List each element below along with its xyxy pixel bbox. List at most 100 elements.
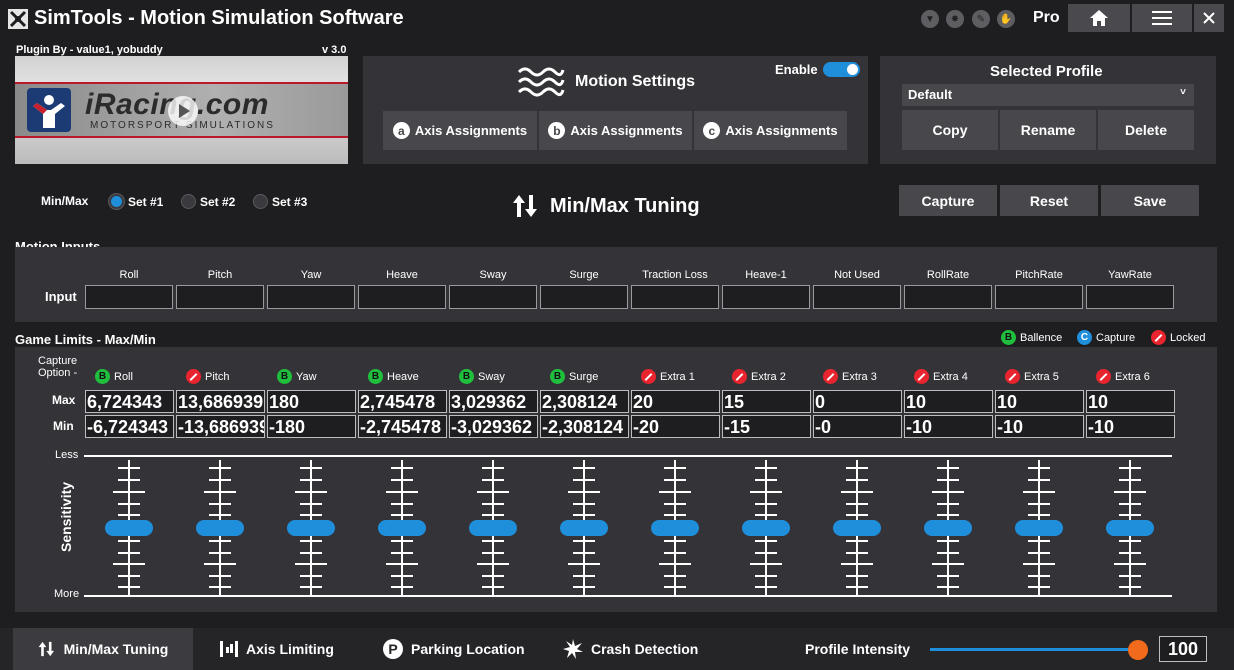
set-1-radio[interactable] [109, 194, 124, 209]
max-value-field[interactable]: 2,745478 [358, 390, 447, 413]
max-value-field[interactable]: 20 [631, 390, 720, 413]
sensitivity-slider-thumb[interactable] [924, 519, 972, 536]
min-value-field[interactable]: -180 [267, 415, 356, 438]
locked-icon[interactable] [1096, 369, 1111, 384]
tab-minmax-tuning[interactable]: Min/Max Tuning [13, 628, 193, 670]
set-3-label[interactable]: Set #3 [272, 195, 307, 209]
sensitivity-slider-thumb[interactable] [105, 519, 153, 536]
max-value-field[interactable]: 0 [813, 390, 902, 413]
svg-text:P: P [388, 641, 397, 657]
save-button[interactable]: Save [1101, 185, 1199, 216]
axis-header-surge[interactable]: B Surge [550, 369, 598, 384]
motion-input-column-header: Sway [479, 269, 507, 281]
set-1-label[interactable]: Set #1 [128, 195, 163, 209]
axis-header-yaw[interactable]: B Yaw [277, 369, 317, 384]
axis-assignments-c-button[interactable]: c Axis Assignments [694, 111, 847, 150]
sensitivity-slider-thumb[interactable] [1015, 519, 1063, 536]
balance-icon[interactable]: B [368, 369, 383, 384]
sensitivity-slider-thumb[interactable] [833, 519, 881, 536]
profile-intensity-value[interactable]: 100 [1159, 636, 1207, 662]
axis-header-roll[interactable]: B Roll [95, 369, 133, 384]
play-icon[interactable] [168, 96, 198, 126]
plugin-image[interactable]: iRacing.com MOTORSPORT SIMULATIONS [15, 56, 348, 164]
pencil-icon[interactable]: ✎ [972, 10, 990, 28]
min-value-field[interactable]: -20 [631, 415, 720, 438]
tab-axis-limiting[interactable]: Axis Limiting [220, 628, 334, 670]
min-value-field[interactable]: -10 [1086, 415, 1175, 438]
rename-profile-button[interactable]: Rename [1000, 110, 1096, 150]
axis-assignments-a-button[interactable]: a Axis Assignments [383, 111, 537, 150]
sensitivity-slider-thumb[interactable] [560, 519, 608, 536]
min-value-field[interactable]: -10 [995, 415, 1084, 438]
max-value-field[interactable]: 13,686939 [176, 390, 265, 413]
sensitivity-slider-thumb[interactable] [651, 519, 699, 536]
profile-dropdown[interactable]: Default ˅ [902, 84, 1194, 106]
slider-tick [846, 586, 868, 588]
min-value-field[interactable]: -3,029362 [449, 415, 538, 438]
min-value-field[interactable]: -6,724343 [85, 415, 174, 438]
min-value-field[interactable]: -0 [813, 415, 902, 438]
sensitivity-slider-thumb[interactable] [1106, 519, 1154, 536]
max-value-field[interactable]: 15 [722, 390, 811, 413]
capture-button[interactable]: Capture [899, 185, 997, 216]
copy-profile-button[interactable]: Copy [902, 110, 998, 150]
max-value-field[interactable]: 180 [267, 390, 356, 413]
download-icon[interactable]: ▼ [921, 10, 939, 28]
min-value-field[interactable]: -2,308124 [540, 415, 629, 438]
max-value-field[interactable]: 2,308124 [540, 390, 629, 413]
set-3-radio[interactable] [253, 194, 268, 209]
hand-icon[interactable]: ✋ [997, 10, 1015, 28]
enable-toggle[interactable] [823, 62, 860, 77]
balance-icon[interactable]: B [277, 369, 292, 384]
tab-crash-detection[interactable]: Crash Detection [563, 628, 698, 670]
axis-header-extra-2[interactable]: Extra 2 [732, 369, 786, 384]
delete-profile-button[interactable]: Delete [1098, 110, 1194, 150]
profile-intensity-thumb[interactable] [1128, 640, 1148, 660]
axis-header-pitch[interactable]: Pitch [186, 369, 229, 384]
axis-header-extra-3[interactable]: Extra 3 [823, 369, 877, 384]
min-value-field[interactable]: -2,745478 [358, 415, 447, 438]
axis-header-sway[interactable]: B Sway [459, 369, 505, 384]
tab-parking-location[interactable]: P Parking Location [383, 628, 525, 670]
balance-icon[interactable]: B [459, 369, 474, 384]
reset-button[interactable]: Reset [1000, 185, 1098, 216]
min-value-field[interactable]: -10 [904, 415, 993, 438]
axis-header-extra-6[interactable]: Extra 6 [1096, 369, 1150, 384]
min-value-field[interactable]: -15 [722, 415, 811, 438]
balance-icon[interactable]: B [550, 369, 565, 384]
sensitivity-slider-thumb[interactable] [742, 519, 790, 536]
max-value-field[interactable]: 3,029362 [449, 390, 538, 413]
min-value-field[interactable]: -13,686939 [176, 415, 265, 438]
locked-icon[interactable] [186, 369, 201, 384]
locked-icon[interactable] [914, 369, 929, 384]
burst-icon[interactable]: ✸ [946, 10, 964, 28]
locked-icon[interactable] [1005, 369, 1020, 384]
sensitivity-slider-thumb[interactable] [469, 519, 517, 536]
set-2-radio[interactable] [181, 194, 196, 209]
capture-option-label: Capture Option - [38, 355, 78, 379]
axis-header-extra-5[interactable]: Extra 5 [1005, 369, 1059, 384]
locked-icon[interactable] [823, 369, 838, 384]
close-button[interactable] [1194, 4, 1224, 32]
menu-button[interactable] [1132, 4, 1192, 32]
home-button[interactable] [1068, 4, 1130, 32]
locked-icon[interactable] [641, 369, 656, 384]
slider-tick [1119, 586, 1141, 588]
slider-tick [841, 563, 873, 565]
max-value-field[interactable]: 6,724343 [85, 390, 174, 413]
axis-assignments-b-button[interactable]: b Axis Assignments [539, 111, 692, 150]
sensitivity-slider-thumb[interactable] [287, 519, 335, 536]
axis-header-heave[interactable]: B Heave [368, 369, 419, 384]
sensitivity-slider-thumb[interactable] [196, 519, 244, 536]
axis-header-extra-1[interactable]: Extra 1 [641, 369, 695, 384]
sensitivity-slider-thumb[interactable] [378, 519, 426, 536]
slider-tick [204, 563, 236, 565]
profile-intensity-track[interactable] [930, 648, 1138, 651]
max-value-field[interactable]: 10 [1086, 390, 1175, 413]
axis-header-extra-4[interactable]: Extra 4 [914, 369, 968, 384]
max-value-field[interactable]: 10 [995, 390, 1084, 413]
locked-icon[interactable] [732, 369, 747, 384]
balance-icon[interactable]: B [95, 369, 110, 384]
set-2-label[interactable]: Set #2 [200, 195, 235, 209]
max-value-field[interactable]: 10 [904, 390, 993, 413]
